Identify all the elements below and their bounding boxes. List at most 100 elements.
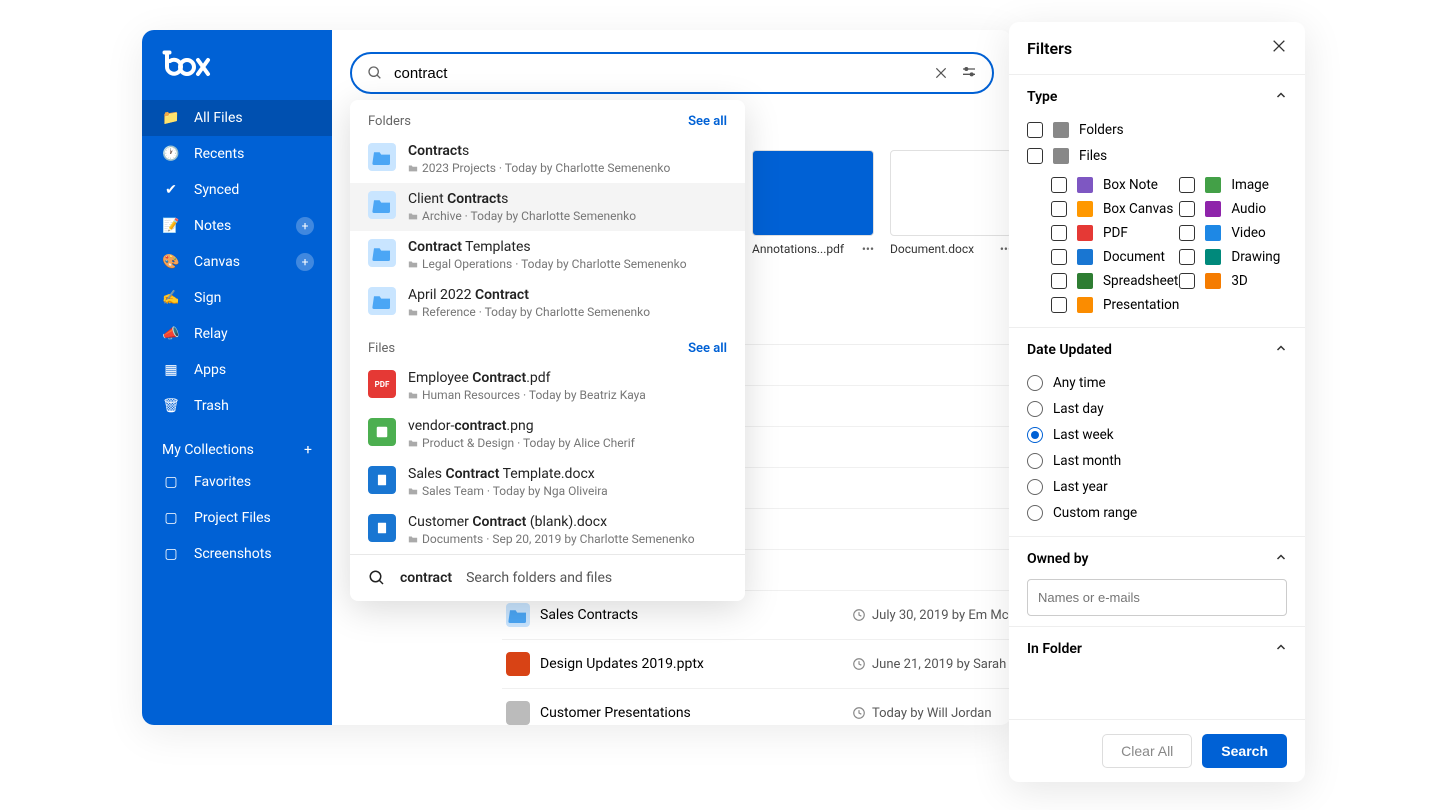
folder-icon bbox=[368, 143, 396, 171]
sidebar-item-recents[interactable]: 🕐Recents bbox=[142, 136, 332, 172]
filter-type-row[interactable]: Drawing bbox=[1179, 245, 1287, 269]
see-all-files-link[interactable]: See all bbox=[688, 341, 727, 356]
suggestion-file[interactable]: vendor-contract.png Product & Design · T… bbox=[350, 410, 745, 458]
radio[interactable] bbox=[1027, 453, 1043, 469]
type-section: Type Folders Files Box Note Box Canvas P… bbox=[1009, 75, 1305, 328]
date-option[interactable]: Last month bbox=[1027, 448, 1287, 474]
clock-icon bbox=[852, 608, 866, 622]
thumbnail-card[interactable]: Annotations...pdf••• bbox=[752, 150, 874, 256]
search-button[interactable]: Search bbox=[1202, 734, 1287, 768]
sidebar-item-all-files[interactable]: 📁All Files bbox=[142, 100, 332, 136]
date-option[interactable]: Last day bbox=[1027, 396, 1287, 422]
more-icon[interactable]: ••• bbox=[862, 242, 874, 256]
checkbox[interactable] bbox=[1179, 225, 1195, 241]
search-box[interactable] bbox=[350, 52, 994, 94]
suggestion-folder[interactable]: April 2022 Contract Reference · Today by… bbox=[350, 279, 745, 327]
search-all-row[interactable]: contract Search folders and files bbox=[350, 554, 745, 601]
my-collections-header: My Collections + bbox=[142, 424, 332, 464]
sidebar-item-apps[interactable]: ▦Apps bbox=[142, 352, 332, 388]
filter-folders-row[interactable]: Folders bbox=[1027, 117, 1287, 143]
see-all-folders-link[interactable]: See all bbox=[688, 114, 727, 129]
sidebar-item-sign[interactable]: ✍Sign bbox=[142, 280, 332, 316]
radio[interactable] bbox=[1027, 427, 1043, 443]
folder-icon bbox=[368, 239, 396, 267]
suggestion-folder[interactable]: Contract Templates Legal Operations · To… bbox=[350, 231, 745, 279]
thumbnail-card[interactable]: Document.docx••• bbox=[890, 150, 1012, 256]
filetype-icon bbox=[1205, 201, 1221, 217]
nav-icon: 📝 bbox=[162, 217, 180, 235]
date-option[interactable]: Last year bbox=[1027, 474, 1287, 500]
collection-project-files[interactable]: ▢Project Files bbox=[142, 500, 332, 536]
checkbox[interactable] bbox=[1027, 148, 1043, 164]
collection-favorites[interactable]: ▢Favorites bbox=[142, 464, 332, 500]
filter-type-row[interactable]: Image bbox=[1179, 173, 1287, 197]
filter-type-row[interactable]: Spreadsheet bbox=[1051, 269, 1179, 293]
checkbox[interactable] bbox=[1179, 249, 1195, 265]
suggestion-folder[interactable]: Contracts 2023 Projects · Today by Charl… bbox=[350, 135, 745, 183]
filter-type-row[interactable]: Document bbox=[1051, 245, 1179, 269]
checkbox[interactable] bbox=[1051, 297, 1067, 313]
filter-type-row[interactable]: Video bbox=[1179, 221, 1287, 245]
filetype-icon bbox=[1077, 225, 1093, 241]
checkbox[interactable] bbox=[1051, 273, 1067, 289]
box-logo bbox=[142, 50, 332, 100]
add-icon[interactable]: + bbox=[296, 217, 314, 235]
radio[interactable] bbox=[1027, 401, 1043, 417]
radio[interactable] bbox=[1027, 375, 1043, 391]
radio[interactable] bbox=[1027, 479, 1043, 495]
checkbox[interactable] bbox=[1051, 201, 1067, 217]
sidebar-item-synced[interactable]: ✔Synced bbox=[142, 172, 332, 208]
sidebar-item-canvas[interactable]: 🎨Canvas+ bbox=[142, 244, 332, 280]
filter-type-row[interactable]: 3D bbox=[1179, 269, 1287, 293]
add-icon[interactable]: + bbox=[296, 253, 314, 271]
collection-screenshots[interactable]: ▢Screenshots bbox=[142, 536, 332, 572]
filter-type-row[interactable]: PDF bbox=[1051, 221, 1179, 245]
filter-type-row[interactable]: Presentation bbox=[1051, 293, 1179, 317]
table-row[interactable]: Customer Presentations Today by Will Jor… bbox=[502, 689, 1012, 725]
clear-search-icon[interactable] bbox=[932, 64, 950, 82]
folder-icon bbox=[1053, 122, 1069, 138]
filter-type-row[interactable]: Box Note bbox=[1051, 173, 1179, 197]
ppt-icon bbox=[506, 652, 530, 676]
filetype-icon bbox=[1205, 177, 1221, 193]
filter-type-row[interactable]: Box Canvas bbox=[1051, 197, 1179, 221]
filetype-icon bbox=[1077, 201, 1093, 217]
table-row[interactable]: Design Updates 2019.pptx June 21, 2019 b… bbox=[502, 640, 1012, 689]
filter-files-row[interactable]: Files bbox=[1027, 143, 1287, 169]
filter-toggle-icon[interactable] bbox=[960, 64, 978, 82]
main-content: Folders See all Contracts 2023 Projects … bbox=[332, 30, 1012, 725]
suggestion-folder[interactable]: Client Contracts Archive · Today by Char… bbox=[350, 183, 745, 231]
checkbox[interactable] bbox=[1179, 177, 1195, 193]
suggestion-file[interactable]: Customer Contract (blank).docx Documents… bbox=[350, 506, 745, 554]
date-option[interactable]: Any time bbox=[1027, 370, 1287, 396]
filetype-icon bbox=[1077, 249, 1093, 265]
search-input[interactable] bbox=[394, 65, 922, 82]
checkbox[interactable] bbox=[1051, 177, 1067, 193]
suggestion-file[interactable]: PDF Employee Contract.pdf Human Resource… bbox=[350, 362, 745, 410]
filter-type-row[interactable]: Audio bbox=[1179, 197, 1287, 221]
owned-by-section: Owned by bbox=[1009, 537, 1305, 627]
checkbox[interactable] bbox=[1179, 273, 1195, 289]
checkbox[interactable] bbox=[1027, 122, 1043, 138]
checkbox[interactable] bbox=[1179, 201, 1195, 217]
filetype-icon bbox=[1077, 273, 1093, 289]
chevron-up-icon bbox=[1275, 641, 1287, 657]
add-collection-icon[interactable]: + bbox=[304, 442, 312, 458]
sidebar-item-trash[interactable]: 🗑Trash bbox=[142, 388, 332, 424]
folder-icon bbox=[368, 287, 396, 315]
sidebar-item-notes[interactable]: 📝Notes+ bbox=[142, 208, 332, 244]
pdf-icon: PDF bbox=[368, 370, 396, 398]
close-filters-icon[interactable] bbox=[1271, 38, 1287, 58]
clear-all-button[interactable]: Clear All bbox=[1102, 734, 1192, 768]
filetype-icon bbox=[1205, 273, 1221, 289]
sidebar-item-relay[interactable]: 📣Relay bbox=[142, 316, 332, 352]
suggestion-file[interactable]: Sales Contract Template.docx Sales Team … bbox=[350, 458, 745, 506]
sidebar: 📁All Files🕐Recents✔Synced📝Notes+🎨Canvas+… bbox=[142, 30, 332, 725]
checkbox[interactable] bbox=[1051, 225, 1067, 241]
radio[interactable] bbox=[1027, 505, 1043, 521]
owned-by-input[interactable] bbox=[1027, 579, 1287, 616]
date-option[interactable]: Last week bbox=[1027, 422, 1287, 448]
date-option[interactable]: Custom range bbox=[1027, 500, 1287, 526]
nav-icon: ▦ bbox=[162, 361, 180, 379]
checkbox[interactable] bbox=[1051, 249, 1067, 265]
